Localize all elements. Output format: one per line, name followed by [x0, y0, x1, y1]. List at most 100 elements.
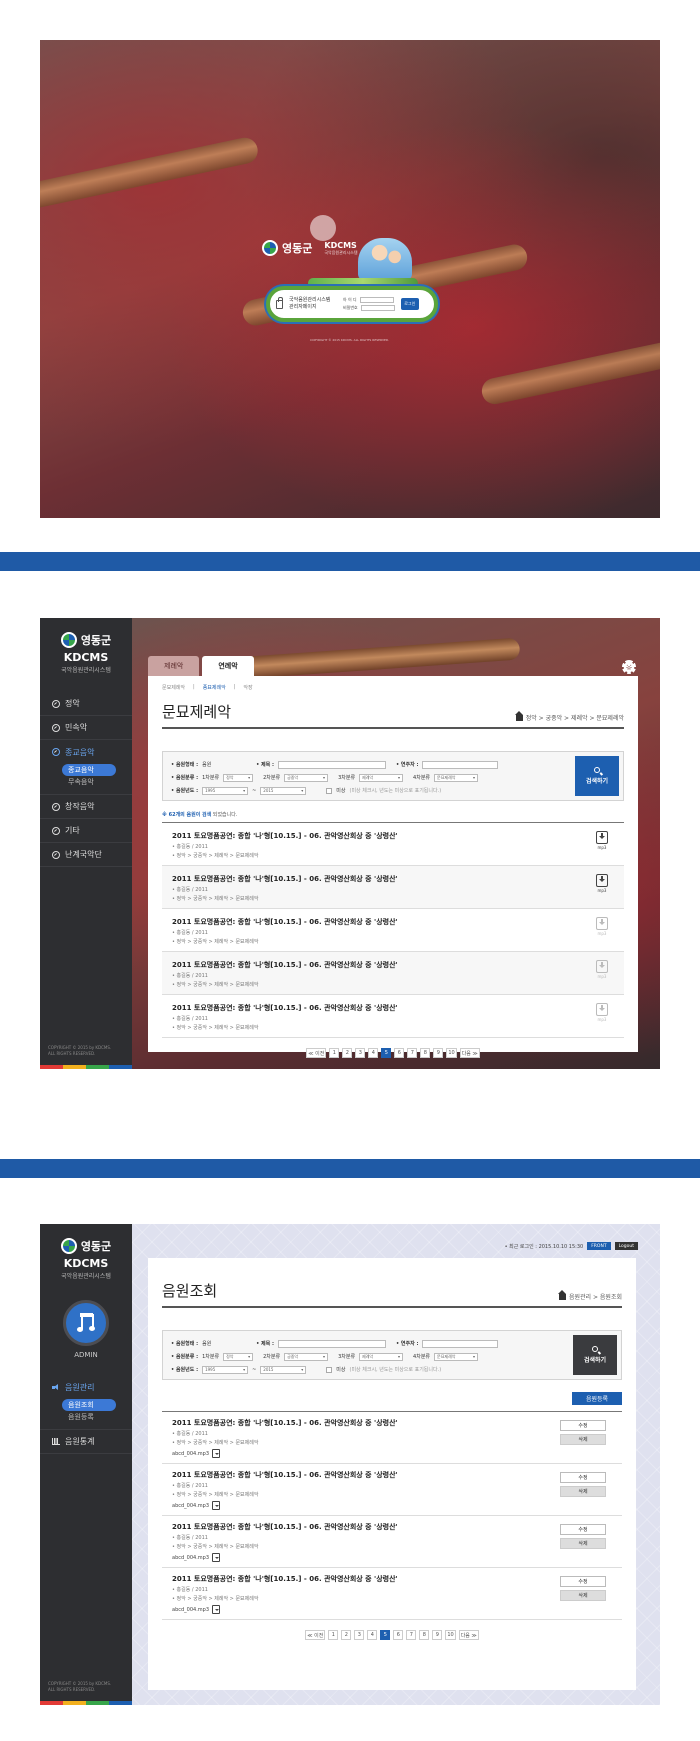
- cat3-select[interactable]: 제례악: [359, 773, 404, 782]
- page-button-current[interactable]: 5: [380, 1630, 391, 1640]
- download-icon[interactable]: [212, 1501, 221, 1510]
- sidebar-subitem-music-search[interactable]: 음원조회: [62, 1399, 116, 1411]
- unknown-checkbox[interactable]: [326, 787, 333, 794]
- list-item[interactable]: 2011 토요명품공연: 종합 '나'형[10.15.] - 06. 관악영산회…: [162, 1568, 622, 1620]
- sidebar-subitem-music-register[interactable]: 음원등록: [68, 1411, 132, 1423]
- color-stripe: [40, 1065, 132, 1069]
- sidebar-item-minsogak[interactable]: 민속악: [40, 716, 132, 740]
- delete-button[interactable]: 삭제: [560, 1434, 606, 1445]
- list-item[interactable]: 2011 토요명품공연: 종합 '나'형[10.15.] - 06. 관악영산회…: [162, 995, 624, 1038]
- page-button[interactable]: 3: [354, 1630, 365, 1640]
- search-button[interactable]: 검색하기: [575, 756, 619, 796]
- page-button[interactable]: 4: [368, 1048, 379, 1058]
- gear-icon[interactable]: [622, 660, 636, 674]
- prev-page-button[interactable]: ≪ 이전: [306, 1048, 327, 1058]
- cat1-select[interactable]: 정악: [223, 1352, 254, 1361]
- title-input[interactable]: [277, 760, 386, 769]
- login-button[interactable]: 로그인: [400, 298, 419, 310]
- edit-button[interactable]: 수정: [560, 1420, 606, 1431]
- edit-button[interactable]: 수정: [560, 1576, 606, 1587]
- list-item[interactable]: 2011 토요명품공연: 종합 '나'형[10.15.] - 06. 관악영산회…: [162, 823, 624, 866]
- download-icon[interactable]: [212, 1553, 221, 1562]
- list-item[interactable]: 2011 토요명품공연: 종합 '나'형[10.15.] - 06. 관악영산회…: [162, 909, 624, 952]
- page-button[interactable]: 10: [445, 1630, 456, 1640]
- tab-jerye[interactable]: 제례악: [148, 656, 200, 676]
- download-icon[interactable]: [212, 1449, 221, 1458]
- unknown-checkbox[interactable]: [326, 1366, 333, 1373]
- sidebar-item-label: 창작음악: [65, 802, 95, 811]
- page-button[interactable]: 4: [367, 1630, 378, 1640]
- page-button[interactable]: 2: [341, 1630, 352, 1640]
- performer-input[interactable]: [422, 1339, 499, 1348]
- page-button[interactable]: 3: [355, 1048, 366, 1058]
- sidebar-item-etc[interactable]: 기타: [40, 819, 132, 843]
- search-button[interactable]: 검색하기: [573, 1335, 617, 1375]
- sidebar-item-jeongak[interactable]: 정악: [40, 692, 132, 716]
- list-item[interactable]: 2011 토요명품공연: 종합 '나'형[10.15.] - 06. 관악영산회…: [162, 1464, 622, 1516]
- page-button[interactable]: 9: [433, 1048, 444, 1058]
- download-icon[interactable]: [212, 1605, 221, 1614]
- front-button[interactable]: FRONT: [587, 1242, 611, 1250]
- logout-button[interactable]: Logout: [614, 1242, 638, 1250]
- page-button[interactable]: 1: [328, 1630, 339, 1640]
- download-label: mp3: [597, 974, 607, 979]
- sidebar-item-orchestra[interactable]: 난계국악단: [40, 843, 132, 867]
- sidebar-item-creative[interactable]: 창작음악: [40, 795, 132, 819]
- subtab-jongmyo[interactable]: 종묘제례악: [203, 684, 226, 691]
- performer-input[interactable]: [422, 760, 499, 769]
- cat1-select[interactable]: 정악: [223, 773, 254, 782]
- subtab-munmyo[interactable]: 문묘제례악: [162, 684, 185, 691]
- status-label: 음원형태 :: [171, 761, 198, 768]
- list-item[interactable]: 2011 토요명품공연: 종합 '나'형[10.15.] - 06. 관악영산회…: [162, 1516, 622, 1568]
- sidebar-subitem-religious[interactable]: 종교음악: [62, 764, 116, 776]
- cat2-select[interactable]: 궁중악: [284, 1352, 329, 1361]
- page-button[interactable]: 6: [393, 1630, 404, 1640]
- login-logo: 영동군 KDCMS 국악음원관리시스템: [262, 240, 358, 256]
- sidebar-item-music-manage[interactable]: 음원관리: [40, 1375, 132, 1399]
- page-button-current[interactable]: 5: [381, 1048, 392, 1058]
- cat4-select[interactable]: 문묘제례악: [434, 1352, 479, 1361]
- cat2-select[interactable]: 궁중악: [284, 773, 329, 782]
- tab-yeonrye[interactable]: 연례악: [202, 656, 254, 676]
- next-page-button[interactable]: 다음 ≫: [458, 1630, 479, 1640]
- year-from-select[interactable]: 1995: [202, 786, 249, 795]
- next-page-button[interactable]: 다음 ≫: [459, 1048, 480, 1058]
- sidebar-subitem-shaman[interactable]: 무속음악: [68, 776, 132, 788]
- page-button[interactable]: 2: [342, 1048, 353, 1058]
- page-button[interactable]: 7: [407, 1048, 418, 1058]
- page-button[interactable]: 9: [432, 1630, 443, 1640]
- delete-button[interactable]: 삭제: [560, 1538, 606, 1549]
- id-input[interactable]: [359, 297, 394, 303]
- sidebar-item-music-stats[interactable]: 음원통계: [40, 1430, 132, 1454]
- page-button[interactable]: 8: [420, 1048, 431, 1058]
- list-item[interactable]: 2011 토요명품공연: 종합 '나'형[10.15.] - 06. 관악영산회…: [162, 1412, 622, 1464]
- subtab-akjang[interactable]: 악장: [243, 684, 252, 691]
- page-button[interactable]: 7: [406, 1630, 417, 1640]
- year-to-select[interactable]: 2015: [260, 786, 307, 795]
- cat4-select[interactable]: 문묘제례악: [434, 773, 479, 782]
- year-from-select[interactable]: 1995: [202, 1365, 249, 1374]
- sidebar-item-religious[interactable]: 종교음악: [40, 740, 132, 764]
- edit-button[interactable]: 수정: [560, 1524, 606, 1535]
- page-button[interactable]: 1: [329, 1048, 340, 1058]
- list-item[interactable]: 2011 토요명품공연: 종합 '나'형[10.15.] - 06. 관악영산회…: [162, 866, 624, 909]
- download-button[interactable]: mp3: [594, 831, 610, 850]
- speaker-icon: [52, 1383, 60, 1391]
- page-button[interactable]: 10: [446, 1048, 457, 1058]
- edit-button[interactable]: 수정: [560, 1472, 606, 1483]
- page-button[interactable]: 6: [394, 1048, 405, 1058]
- list-item[interactable]: 2011 토요명품공연: 종합 '나'형[10.15.] - 06. 관악영산회…: [162, 952, 624, 995]
- delete-button[interactable]: 삭제: [560, 1486, 606, 1497]
- cat3-select[interactable]: 제례악: [359, 1352, 404, 1361]
- music-note-icon: [77, 1313, 95, 1333]
- row-actions: 수정삭제: [560, 1420, 606, 1445]
- password-input[interactable]: [360, 305, 395, 311]
- register-music-button[interactable]: 음원등록: [572, 1392, 622, 1405]
- download-button[interactable]: mp3: [594, 874, 610, 893]
- delete-button[interactable]: 삭제: [560, 1590, 606, 1601]
- title-input[interactable]: [277, 1339, 386, 1348]
- password-label: 비밀번호: [343, 305, 358, 310]
- page-button[interactable]: 8: [419, 1630, 430, 1640]
- year-to-select[interactable]: 2015: [260, 1365, 307, 1374]
- prev-page-button[interactable]: ≪ 이전: [305, 1630, 326, 1640]
